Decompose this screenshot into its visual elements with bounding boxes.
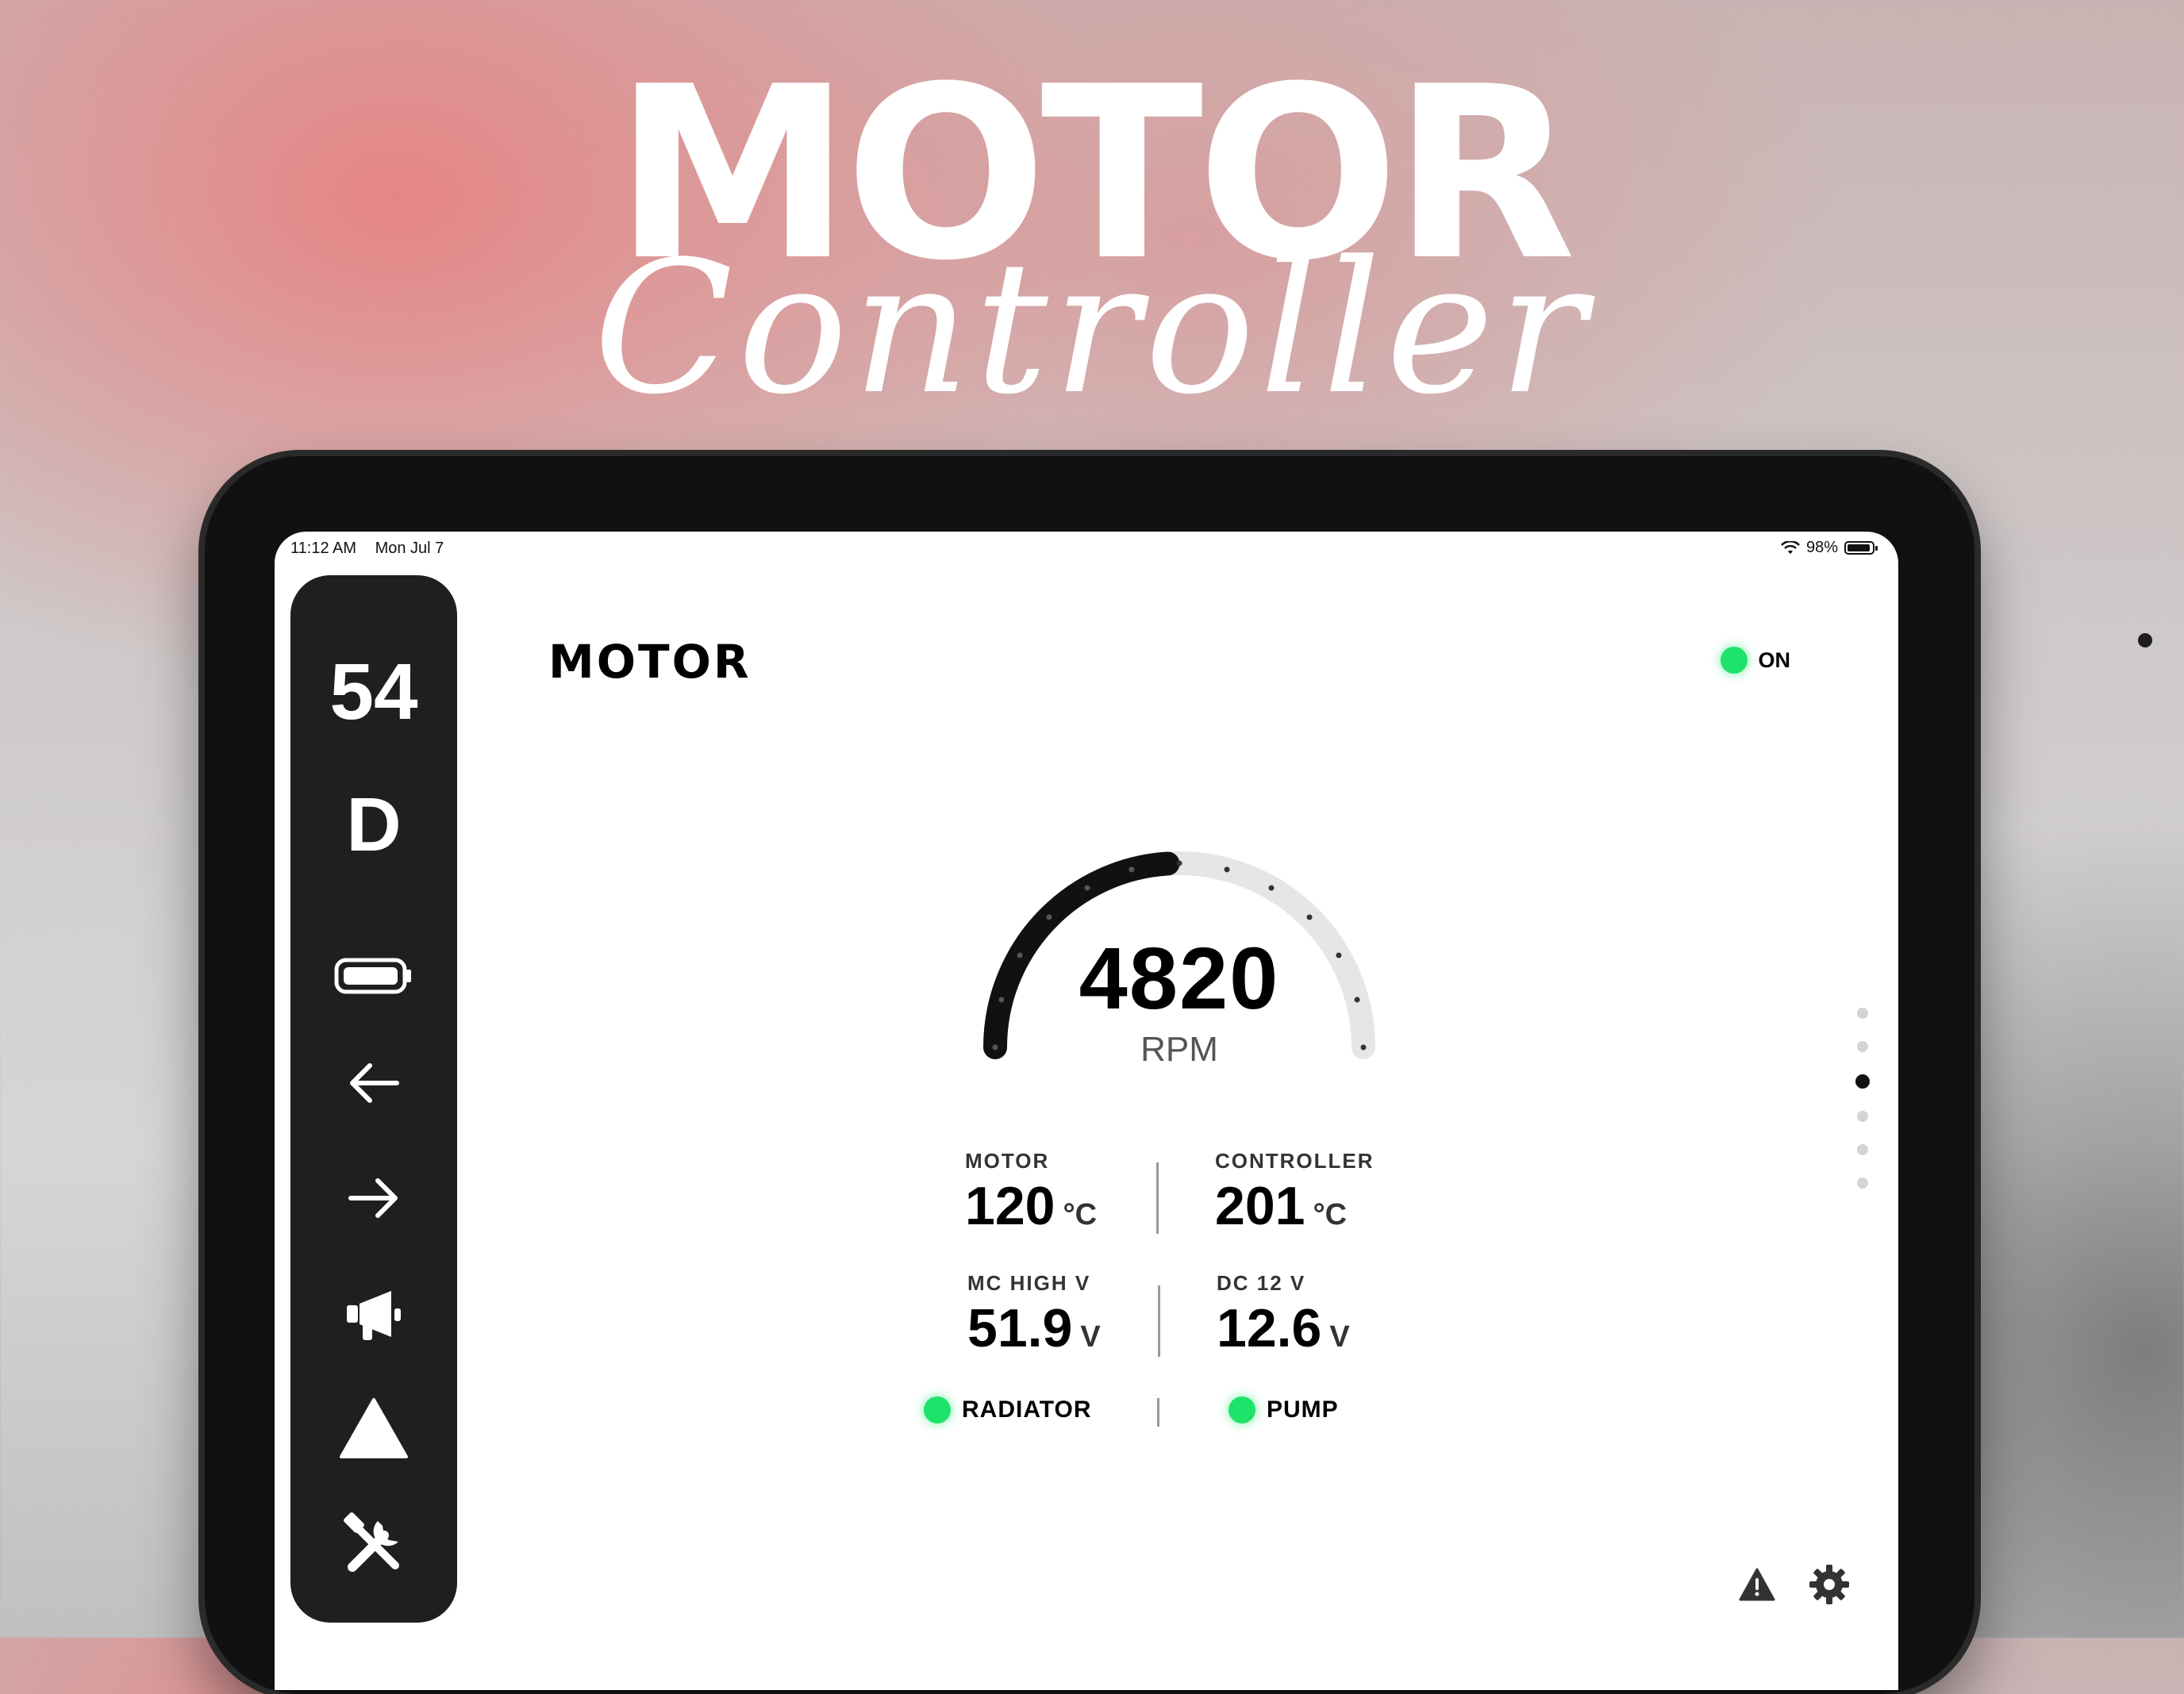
- status-battery-percent: 98%: [1805, 539, 1838, 556]
- radiator-status-dot: [924, 1396, 951, 1423]
- screen: 11:12 AM Mon Jul 7 98% 54 D MOTOR ON 482…: [275, 532, 1898, 1690]
- radiator-indicator[interactable]: RADIATOR: [924, 1396, 1092, 1423]
- right-turn-arrow-icon[interactable]: [290, 1174, 457, 1226]
- speed-readout: 54: [329, 647, 418, 736]
- status-bar: 11:12 AM Mon Jul 7 98%: [275, 532, 1898, 563]
- motor-temp-unit: °C: [1063, 1198, 1098, 1231]
- page-dot[interactable]: [1857, 1041, 1868, 1052]
- controller-temp-label: CONTROLLER: [1215, 1149, 1375, 1173]
- gauge-tick: [1084, 885, 1090, 891]
- bottom-toolbar: [1738, 1563, 1851, 1606]
- page-dot[interactable]: [1855, 1074, 1870, 1089]
- mc-high-v-unit: V: [1080, 1320, 1101, 1354]
- pump-label: PUMP: [1267, 1396, 1339, 1423]
- radiator-label: RADIATOR: [962, 1396, 1092, 1423]
- mc-high-v-value: 51.9: [967, 1298, 1073, 1358]
- hero-script-title: Controller: [593, 223, 1591, 435]
- gauge-tick: [1129, 866, 1135, 873]
- settings-gear-icon[interactable]: [1808, 1563, 1851, 1606]
- mc-high-v-metric: MC HIGH V 51.9 V: [967, 1271, 1101, 1359]
- page-dot[interactable]: [1857, 1144, 1868, 1155]
- page-title: MOTOR: [548, 635, 752, 689]
- power-status[interactable]: ON: [1720, 647, 1791, 674]
- controller-temp-metric: CONTROLLER 201 °C: [1215, 1149, 1375, 1237]
- motor-temp-value: 120: [965, 1176, 1055, 1236]
- indicator-divider: [1157, 1398, 1159, 1427]
- motor-temp-label: MOTOR: [965, 1149, 1050, 1173]
- power-status-label: ON: [1758, 647, 1791, 672]
- gauge-tick: [1224, 866, 1230, 873]
- tablet-camera: [2138, 633, 2152, 647]
- metric-divider: [1156, 1162, 1159, 1234]
- dc-12v-metric: DC 12 V 12.6 V: [1217, 1271, 1350, 1359]
- controller-temp-unit: °C: [1313, 1198, 1348, 1231]
- page-dot[interactable]: [1857, 1111, 1868, 1122]
- pump-status-dot: [1228, 1396, 1255, 1423]
- rpm-unit: RPM: [1140, 1030, 1218, 1069]
- hazard-triangle-icon[interactable]: [290, 1396, 457, 1464]
- gear-selector[interactable]: D: [290, 782, 457, 869]
- dc-12v-unit: V: [1329, 1320, 1350, 1354]
- wifi-icon: [1781, 540, 1800, 554]
- status-battery-icon: [1844, 541, 1878, 555]
- status-date: Mon Jul 7: [375, 540, 444, 557]
- gauge-tick: [1306, 914, 1313, 920]
- dc-12v-label: DC 12 V: [1217, 1271, 1306, 1295]
- page-dot[interactable]: [1857, 1177, 1868, 1189]
- pump-indicator[interactable]: PUMP: [1228, 1396, 1339, 1423]
- control-sidebar: 54 D: [290, 575, 457, 1623]
- power-status-dot: [1720, 647, 1748, 674]
- metric-divider: [1158, 1285, 1160, 1357]
- rpm-value: 4820: [1079, 930, 1280, 1028]
- page-indicator[interactable]: [1855, 1008, 1871, 1211]
- left-turn-arrow-icon[interactable]: [290, 1059, 457, 1111]
- tools-icon[interactable]: [290, 1510, 457, 1585]
- tablet-frame: 11:12 AM Mon Jul 7 98% 54 D MOTOR ON 482…: [205, 456, 1974, 1694]
- warning-icon[interactable]: [1738, 1567, 1776, 1602]
- page-dot[interactable]: [1857, 1008, 1868, 1019]
- controller-temp-value: 201: [1215, 1176, 1305, 1236]
- battery-icon[interactable]: [290, 958, 457, 998]
- dc-12v-value: 12.6: [1217, 1298, 1322, 1358]
- mc-high-v-label: MC HIGH V: [967, 1271, 1091, 1295]
- motor-temp-metric: MOTOR 120 °C: [965, 1149, 1097, 1237]
- status-time: 11:12 AM: [290, 540, 357, 557]
- gauge-tick: [1046, 914, 1052, 920]
- horn-icon[interactable]: [290, 1283, 457, 1350]
- gauge-tick: [1268, 885, 1275, 891]
- gauge-tick: [1176, 860, 1182, 866]
